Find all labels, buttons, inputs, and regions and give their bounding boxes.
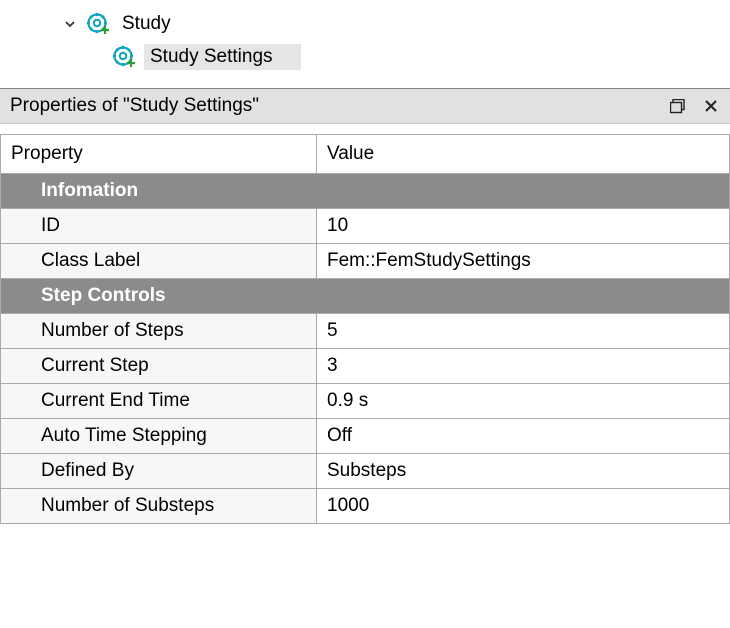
properties-table: Property Value Infomation ID 10 Class La… [0, 134, 730, 524]
prop-name: Current Step [1, 349, 317, 384]
row-current-end-time[interactable]: Current End Time 0.9 s [1, 384, 730, 419]
prop-name: Number of Steps [1, 314, 317, 349]
prop-name: Number of Substeps [1, 489, 317, 524]
header-value: Value [317, 135, 730, 174]
prop-value[interactable]: 10 [317, 209, 730, 244]
row-id[interactable]: ID 10 [1, 209, 730, 244]
gear-plus-icon [86, 12, 110, 36]
prop-value[interactable]: 1000 [317, 489, 730, 524]
tree-panel: Study Study Settings [0, 0, 730, 88]
section-information[interactable]: Infomation [1, 174, 730, 209]
tree-item-study[interactable]: Study [0, 8, 730, 40]
prop-value[interactable]: 5 [317, 314, 730, 349]
float-panel-icon[interactable] [668, 97, 686, 115]
prop-name: Current End Time [1, 384, 317, 419]
prop-value[interactable]: Off [317, 419, 730, 454]
tree-label-study-settings: Study Settings [144, 44, 301, 70]
prop-name: Defined By [1, 454, 317, 489]
tree-item-partial [0, 74, 730, 84]
row-number-of-substeps[interactable]: Number of Substeps 1000 [1, 489, 730, 524]
gear-plus-icon [112, 45, 136, 69]
prop-value[interactable]: Substeps [317, 454, 730, 489]
close-icon[interactable] [702, 97, 720, 115]
row-auto-time-stepping[interactable]: Auto Time Stepping Off [1, 419, 730, 454]
header-property: Property [1, 135, 317, 174]
prop-name: Auto Time Stepping [1, 419, 317, 454]
table-header-row: Property Value [1, 135, 730, 174]
prop-name: Class Label [1, 244, 317, 279]
section-title: Infomation [1, 174, 730, 209]
section-title: Step Controls [1, 279, 730, 314]
properties-panel-header: Properties of "Study Settings" [0, 88, 730, 124]
tree-item-study-settings[interactable]: Study Settings [0, 40, 730, 74]
prop-name: ID [1, 209, 317, 244]
row-current-step[interactable]: Current Step 3 [1, 349, 730, 384]
section-step-controls[interactable]: Step Controls [1, 279, 730, 314]
prop-value[interactable]: Fem::FemStudySettings [317, 244, 730, 279]
row-defined-by[interactable]: Defined By Substeps [1, 454, 730, 489]
panel-title: Properties of "Study Settings" [10, 95, 668, 117]
row-class-label[interactable]: Class Label Fem::FemStudySettings [1, 244, 730, 279]
panel-header-actions [668, 97, 720, 115]
tree-label-study: Study [118, 13, 175, 35]
prop-value[interactable]: 3 [317, 349, 730, 384]
prop-value[interactable]: 0.9 s [317, 384, 730, 419]
row-number-of-steps[interactable]: Number of Steps 5 [1, 314, 730, 349]
chevron-down-icon[interactable] [62, 16, 78, 32]
